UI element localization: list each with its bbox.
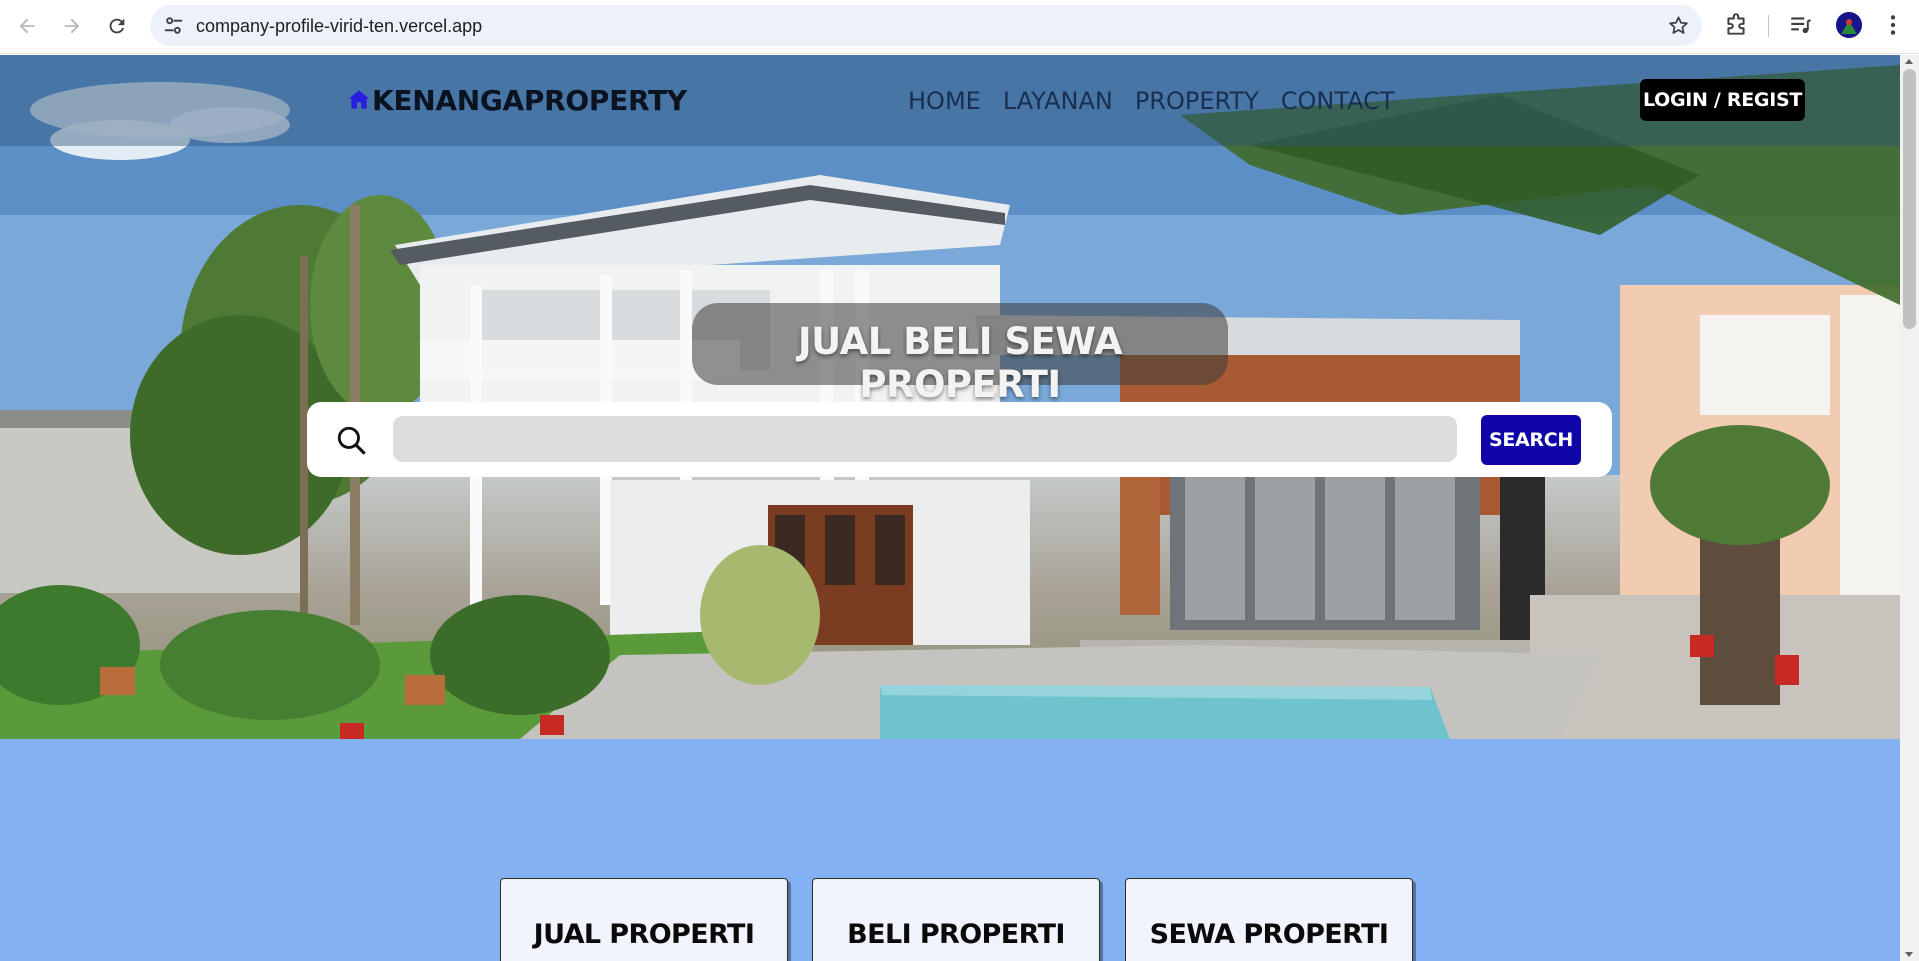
nav-link-layanan[interactable]: LAYANAN: [1003, 86, 1113, 116]
reload-icon: [109, 18, 125, 34]
brand-name: KENANGAPROPERTY: [372, 83, 687, 117]
arrow-right-icon: [64, 18, 80, 34]
reload-button[interactable]: [100, 9, 134, 43]
page-viewport: KENANGAPROPERTY HOME LAYANAN PROPERTY CO…: [0, 55, 1900, 961]
tune-icon[interactable]: [162, 14, 185, 37]
forward-button[interactable]: [55, 9, 89, 43]
login-regist-button[interactable]: LOGIN / REGIST: [1640, 79, 1805, 121]
search-icon: [337, 426, 366, 455]
service-card-jual[interactable]: JUAL PROPERTI: [500, 878, 788, 961]
hero-title: JUAL BELI SEWA PROPERTI: [797, 320, 1123, 406]
browser-toolbar: company-profile-virid-ten.vercel.app: [0, 0, 1919, 54]
search-bar: SEARCH: [307, 402, 1612, 477]
home-icon: [348, 90, 370, 109]
service-card-beli[interactable]: BELI PROPERTI: [812, 878, 1100, 961]
arrow-left-icon: [19, 18, 35, 34]
nav-link-contact[interactable]: CONTACT: [1281, 86, 1395, 116]
nav-link-home[interactable]: HOME: [908, 86, 981, 116]
profile-avatar[interactable]: [1836, 12, 1862, 38]
scroll-up-arrow-icon[interactable]: [1905, 59, 1913, 64]
star-icon[interactable]: [1667, 14, 1690, 37]
hero-section: KENANGAPROPERTY HOME LAYANAN PROPERTY CO…: [0, 55, 1900, 739]
main-menu: HOME LAYANAN PROPERTY CONTACT: [908, 86, 1417, 116]
page-scrollbar[interactable]: [1900, 55, 1919, 961]
url-text[interactable]: company-profile-virid-ten.vercel.app: [196, 16, 482, 37]
search-input[interactable]: [393, 416, 1457, 462]
services-section: JUAL PROPERTI BELI PROPERTI SEWA PROPERT…: [0, 739, 1900, 961]
media-queue-icon[interactable]: [1788, 12, 1814, 38]
address-bar[interactable]: company-profile-virid-ten.vercel.app: [150, 5, 1702, 46]
service-card-sewa[interactable]: SEWA PROPERTI: [1125, 878, 1413, 961]
search-button[interactable]: SEARCH: [1481, 415, 1581, 465]
brand-logo[interactable]: KENANGAPROPERTY: [346, 82, 687, 118]
back-button[interactable]: [10, 9, 44, 43]
kebab-menu-icon[interactable]: [1880, 12, 1906, 38]
nav-link-property[interactable]: PROPERTY: [1135, 86, 1259, 116]
site-navbar: KENANGAPROPERTY HOME LAYANAN PROPERTY CO…: [0, 55, 1900, 146]
toolbar-divider: [1768, 15, 1769, 37]
scrollbar-thumb[interactable]: [1903, 69, 1916, 329]
scroll-down-arrow-icon[interactable]: [1905, 952, 1913, 957]
puzzle-icon[interactable]: [1723, 12, 1749, 38]
avatar-icon: [1836, 12, 1862, 38]
